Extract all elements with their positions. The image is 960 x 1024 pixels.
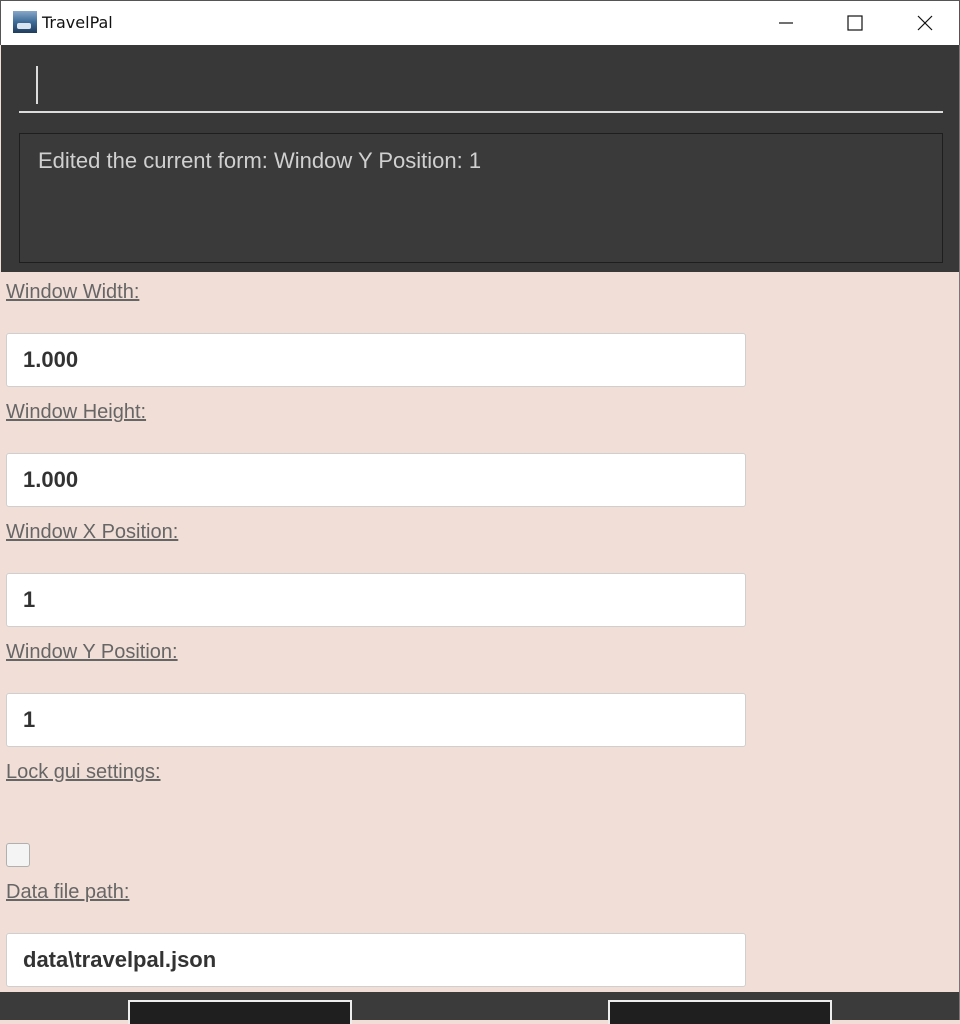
lock-gui-checkbox[interactable] (6, 843, 30, 867)
text-cursor (36, 66, 38, 104)
window-width-field[interactable]: 1.000 (6, 333, 746, 387)
maximize-icon (846, 15, 863, 31)
minimize-button[interactable] (751, 1, 820, 45)
minimize-icon (778, 22, 793, 24)
window-y-label: Window Y Position: (6, 641, 178, 663)
lock-gui-label: Lock gui settings: (6, 761, 161, 783)
window-height-label: Window Height: (6, 401, 147, 423)
app-icon (13, 11, 37, 33)
window-y-field[interactable]: 1 (6, 693, 746, 747)
data-path-field[interactable]: data\travelpal.json (6, 933, 746, 987)
left-action-button[interactable] (128, 1000, 352, 1024)
window-width-label: Window Width: (6, 281, 140, 303)
data-path-label: Data file path: (6, 881, 130, 903)
right-action-button[interactable] (608, 1000, 832, 1024)
command-input[interactable] (19, 65, 943, 113)
bottom-bar (0, 992, 960, 1024)
close-button[interactable] (890, 1, 959, 45)
title-bar: TravelPal (0, 0, 960, 45)
window-x-label: Window X Position: (6, 521, 179, 543)
window-height-field[interactable]: 1.000 (6, 453, 746, 507)
window-title: TravelPal (42, 13, 113, 32)
command-panel: Edited the current form: Window Y Positi… (1, 45, 959, 272)
window-x-field[interactable]: 1 (6, 573, 746, 627)
close-icon (917, 15, 932, 31)
settings-form: Window Width: 1.000 Window Height: 1.000… (0, 273, 960, 993)
result-display: Edited the current form: Window Y Positi… (19, 133, 943, 263)
maximize-button[interactable] (820, 1, 889, 45)
